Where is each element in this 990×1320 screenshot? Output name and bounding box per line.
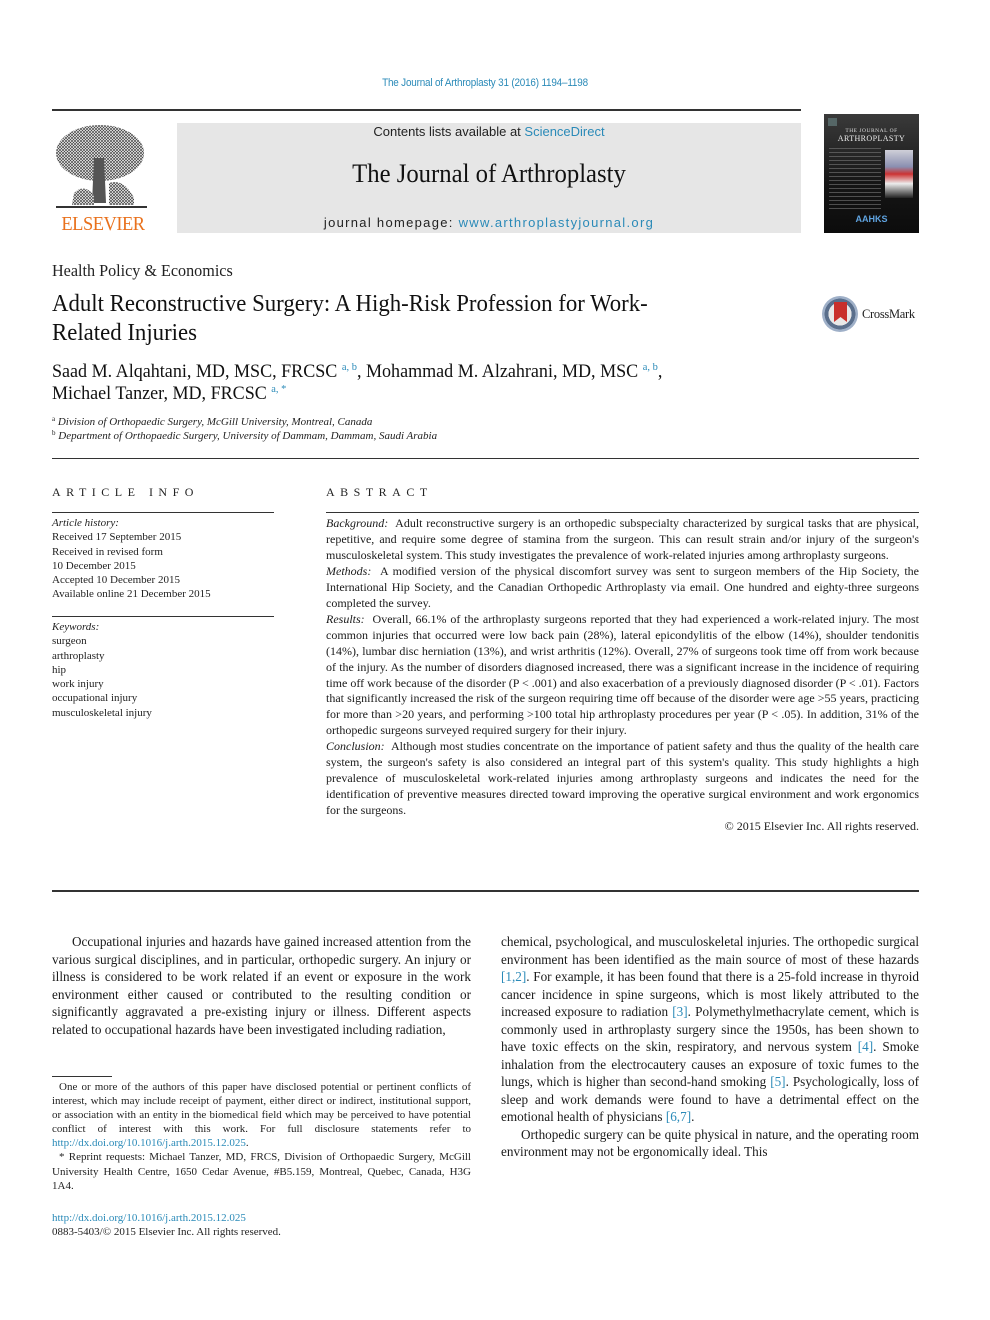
- article-section: Health Policy & Economics: [52, 261, 233, 280]
- affiliation-key: a: [52, 415, 56, 423]
- history-item: Available online 21 December 2015: [52, 588, 211, 601]
- author-affiliation-marker[interactable]: a, b: [643, 361, 658, 373]
- article-doi-link[interactable]: http://dx.doi.org/10.1016/j.arth.2015.12…: [52, 1212, 246, 1224]
- affiliation-item: b Department of Orthopaedic Surgery, Uni…: [52, 429, 437, 443]
- homepage-link[interactable]: www.arthroplastyjournal.org: [459, 215, 655, 230]
- header-rule: [52, 109, 801, 111]
- reprint-footnote: * Reprint requests: Michael Tanzer, MD, …: [52, 1151, 471, 1192]
- author-name[interactable]: Saad M. Alqahtani, MD, MSC, FRCSC: [52, 361, 337, 382]
- article-history-label: Article history:: [52, 517, 119, 529]
- abstract-conclusion: Conclusion: Although most studies concen…: [326, 739, 919, 819]
- history-item: Received in revised form: [52, 545, 163, 558]
- journal-title: The Journal of Arthroplasty: [352, 159, 626, 188]
- abstract-section-text: Adult reconstructive surgery is an ortho…: [326, 516, 919, 562]
- history-item: Received 17 September 2015: [52, 531, 182, 544]
- author-separator: ,: [356, 361, 366, 382]
- article-title: Adult Reconstructive Surgery: A High-Ris…: [52, 291, 648, 346]
- affiliation-text: Division of Orthopaedic Surgery, McGill …: [57, 416, 373, 428]
- keyword-item: arthroplasty: [52, 649, 105, 662]
- abstract-copyright: © 2015 Elsevier Inc. All rights reserved…: [724, 819, 919, 834]
- citation-link[interactable]: [6,7]: [666, 1109, 691, 1124]
- abstract-section-label: Conclusion:: [326, 739, 385, 754]
- affiliations: a Division of Orthopaedic Surgery, McGil…: [52, 415, 437, 443]
- abstract-section-label: Background:: [326, 516, 389, 530]
- body-paragraph: Orthopedic surgery can be quite physical…: [501, 1126, 919, 1160]
- citation-link[interactable]: [4]: [858, 1039, 873, 1054]
- history-item: Accepted 10 December 2015: [52, 574, 180, 587]
- abstract-section-text: Overall, 66.1% of the arthroplasty surge…: [326, 611, 920, 738]
- keywords: Keywords: surgeon arthroplasty hip work …: [52, 620, 274, 720]
- abstract-background: Background: Adult reconstructive surgery…: [326, 516, 919, 564]
- keyword-item: hip: [52, 663, 67, 676]
- elsevier-wordmark: ELSEVIER: [61, 213, 145, 235]
- body-column-right: chemical, psychological, and musculoskel…: [501, 933, 919, 1161]
- history-item: 10 December 2015: [52, 559, 136, 572]
- abstract-rule: [326, 512, 919, 513]
- affiliation-text: Department of Orthopaedic Surgery, Unive…: [58, 430, 438, 442]
- journal-citation[interactable]: The Journal of Arthroplasty 31 (2016) 11…: [49, 77, 922, 89]
- article-info-rule: [52, 512, 274, 513]
- cover-title-line2: ARTHROPLASTY: [837, 134, 906, 143]
- citation-link[interactable]: [3]: [672, 1004, 687, 1019]
- journal-header-box: Contents lists available at ScienceDirec…: [177, 123, 801, 233]
- footnote-rule: [52, 1076, 112, 1077]
- article-bottom-meta: http://dx.doi.org/10.1016/j.arth.2015.12…: [52, 1211, 281, 1239]
- citation-link[interactable]: [5]: [770, 1074, 785, 1089]
- disclosure-doi-link[interactable]: http://dx.doi.org/10.1016/j.arth.2015.12…: [52, 1137, 246, 1149]
- crossmark-button[interactable]: CrossMark: [822, 296, 922, 336]
- abstract-section-label: Results:: [326, 611, 365, 626]
- body-text: .: [691, 1109, 695, 1124]
- cover-image: [885, 150, 913, 198]
- author-affiliation-marker[interactable]: a, b: [342, 361, 357, 373]
- abstract-section-text: A modified version of the physical disco…: [326, 563, 920, 610]
- elsevier-tree-icon: [56, 125, 147, 208]
- abstract-heading: ABSTRACT: [326, 485, 433, 499]
- journal-cover-thumbnail[interactable]: THE JOURNAL OF ARTHROPLASTY AAHKS: [824, 114, 919, 233]
- author-name[interactable]: Mohammad M. Alzahrani, MD, MSC: [366, 361, 638, 382]
- abstract-results: Results: Overall, 66.1% of the arthropla…: [326, 612, 919, 740]
- footnotes: One or more of the authors of this paper…: [52, 1080, 471, 1193]
- disclosure-text: One or more of the authors of this paper…: [52, 1081, 471, 1136]
- elsevier-logo[interactable]: ELSEVIER: [52, 118, 154, 236]
- contents-prefix: Contents lists available at: [373, 124, 525, 139]
- body-text: chemical, psychological, and musculoskel…: [501, 934, 919, 967]
- disclosure-footnote: One or more of the authors of this paper…: [52, 1080, 471, 1150]
- body-paragraph: chemical, psychological, and musculoskel…: [501, 933, 919, 1126]
- crossmark-label: CrossMark: [862, 307, 915, 321]
- keywords-label: Keywords:: [52, 621, 100, 633]
- contents-line: Contents lists available at ScienceDirec…: [177, 124, 801, 139]
- issn-copyright: 0883-5403/© 2015 Elsevier Inc. All right…: [52, 1226, 281, 1238]
- cover-logo-icon: [828, 118, 837, 126]
- keyword-item: occupational injury: [52, 692, 138, 705]
- keyword-item: work injury: [52, 678, 104, 691]
- keywords-rule: [52, 616, 274, 617]
- article-history: Article history: Received 17 September 2…: [52, 516, 274, 602]
- abstract-methods: Methods: A modified version of the physi…: [326, 564, 919, 612]
- article-info-heading: ARTICLE INFO: [52, 485, 199, 499]
- body-column-left: Occupational injuries and hazards have g…: [52, 933, 471, 1038]
- affiliation-key: b: [52, 429, 56, 437]
- author-separator: ,: [657, 361, 663, 382]
- author-affiliation-marker[interactable]: a, *: [271, 383, 286, 395]
- abstract-section-text: Although most studies concentrate on the…: [326, 739, 919, 818]
- author-name[interactable]: Michael Tanzer, MD, FRCSC: [52, 383, 267, 404]
- keyword-item: musculoskeletal injury: [52, 706, 152, 719]
- author-list: Saad M. Alqahtani, MD, MSC, FRCSC a, b, …: [52, 361, 717, 405]
- homepage-line: journal homepage: www.arthroplastyjourna…: [177, 215, 801, 230]
- cover-society-logo: AAHKS: [855, 214, 888, 224]
- sciencedirect-link[interactable]: ScienceDirect: [524, 124, 604, 139]
- abstract-section-label: Methods:: [326, 563, 372, 578]
- abstract-end-rule: [52, 890, 919, 892]
- cover-text-lines: [829, 148, 881, 210]
- homepage-prefix: journal homepage:: [323, 215, 459, 230]
- body-paragraph: Occupational injuries and hazards have g…: [52, 934, 471, 1037]
- abstract-body: Background: Adult reconstructive surgery…: [326, 516, 919, 835]
- affiliation-item: a Division of Orthopaedic Surgery, McGil…: [52, 415, 437, 429]
- citation-link[interactable]: [1,2]: [501, 969, 526, 984]
- title-block-rule: [52, 458, 919, 459]
- disclosure-end: .: [245, 1137, 249, 1150]
- keyword-item: surgeon: [52, 635, 87, 648]
